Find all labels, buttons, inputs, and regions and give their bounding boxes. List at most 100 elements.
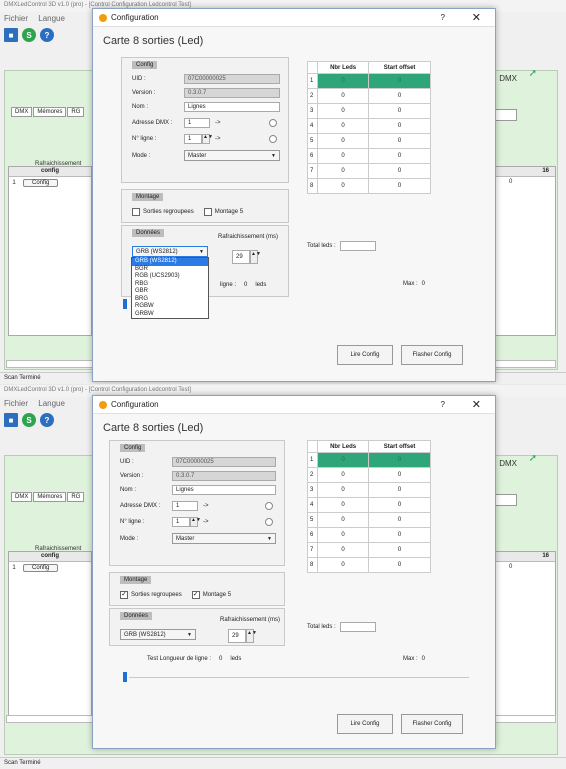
color-option-grb[interactable]: GRB (WS2812) [132,258,208,266]
dmx-address-radio[interactable] [264,502,273,510]
leds-cell[interactable]: 0 [316,482,370,498]
slider-track[interactable] [129,677,469,678]
color-order-combo[interactable]: GRB (WS2812) ▼ [120,629,196,640]
total-leds-field[interactable] [339,622,376,632]
table-row[interactable]: 800 [307,557,431,573]
sorties-checkbox[interactable] [132,208,140,216]
color-option-bgr[interactable]: BGR [132,266,208,274]
tab-rg[interactable]: RG [67,107,85,117]
table-row[interactable]: 800 [307,178,431,194]
leds-cell[interactable]: 0 [316,557,370,573]
offset-cell[interactable]: 0 [368,557,431,573]
table-row[interactable]: 200 [307,88,431,104]
total-leds-field[interactable] [339,241,376,251]
line-no-spinner[interactable]: ▲▼ [190,517,201,527]
leds-cell[interactable]: 0 [316,178,370,194]
leds-cell[interactable]: 0 [316,542,370,558]
offset-cell[interactable]: 0 [368,542,431,558]
refresh-spinner[interactable]: ▲▼ [246,629,257,643]
slider-handle[interactable] [123,299,127,309]
refresh-field[interactable]: 29 [228,629,246,643]
offset-cell[interactable]: 0 [368,118,431,134]
save-icon[interactable]: ■ [4,413,18,427]
offset-cell[interactable]: 0 [368,467,431,483]
offset-cell[interactable]: 0 [368,103,431,119]
refresh-spinner[interactable]: ▲▼ [250,250,261,264]
help-button[interactable]: ? [441,400,445,409]
color-order-combo[interactable]: GRB (WS2812) ▼ [132,246,208,257]
leds-cell[interactable]: 0 [316,88,370,104]
dmx-address-field[interactable]: 1 [184,118,210,128]
table-row[interactable]: 100 [307,452,431,468]
offset-cell[interactable]: 0 [368,88,431,104]
line-no-radio[interactable] [264,518,273,526]
name-field[interactable]: Lignes [184,102,280,112]
dmx-address-field[interactable]: 1 [172,501,198,511]
flash-config-button[interactable]: Flasher Config [401,714,463,734]
table-row[interactable]: 200 [307,467,431,483]
config-button[interactable]: Config [23,564,59,572]
tab-dmx[interactable]: DMX [11,492,33,502]
offset-cell[interactable]: 0 [368,452,431,468]
leds-cell[interactable]: 0 [316,73,370,89]
offset-cell[interactable]: 0 [368,148,431,164]
close-button[interactable]: ✕ [472,398,481,411]
table-row[interactable]: 700 [307,542,431,558]
offset-cell[interactable]: 0 [368,178,431,194]
menu-langue[interactable]: Langue [38,399,65,408]
leds-cell[interactable]: 0 [316,467,370,483]
montage5-checkbox[interactable] [203,208,212,216]
config-button[interactable]: Config [23,179,59,187]
sorties-checkbox[interactable]: ✓ [120,591,128,599]
leds-cell[interactable]: 0 [316,148,370,164]
offset-cell[interactable]: 0 [368,73,431,89]
tab-dmx[interactable]: DMX [11,107,33,117]
menu-fichier[interactable]: Fichier [4,14,28,23]
mode-combo[interactable]: Master ▼ [172,533,276,544]
offset-cell[interactable]: 0 [368,163,431,179]
leds-cell[interactable]: 0 [316,103,370,119]
tab-rg[interactable]: RG [67,492,85,502]
leds-cell[interactable]: 0 [316,512,370,528]
line-no-spinner[interactable]: ▲▼ [202,134,213,144]
offset-cell[interactable]: 0 [368,512,431,528]
menu-fichier[interactable]: Fichier [4,399,28,408]
leds-cell[interactable]: 0 [316,452,370,468]
scan-icon[interactable]: S [22,28,36,42]
table-row[interactable]: 500 [307,133,431,149]
leds-cell[interactable]: 0 [316,527,370,543]
offset-cell[interactable]: 0 [368,482,431,498]
table-row[interactable]: 600 [307,527,431,543]
offset-cell[interactable]: 0 [368,527,431,543]
mode-combo[interactable]: Master ▼ [184,150,280,161]
line-no-field[interactable]: 1 [172,517,190,527]
offset-cell[interactable]: 0 [368,133,431,149]
close-button[interactable]: ✕ [472,11,481,24]
read-config-button[interactable]: Lire Config [337,714,393,734]
refresh-field[interactable]: 29 [232,250,250,264]
color-option-brg[interactable]: BRG [132,296,208,304]
menu-langue[interactable]: Langue [38,14,65,23]
line-no-field[interactable]: 1 [184,134,202,144]
slider-handle[interactable] [123,672,127,682]
leds-cell[interactable]: 0 [316,163,370,179]
help-icon[interactable]: ? [40,413,54,427]
color-option-rgbw[interactable]: RGBW [132,303,208,311]
scan-icon[interactable]: S [22,413,36,427]
offset-cell[interactable]: 0 [368,497,431,513]
tab-memores[interactable]: Mémores [33,107,67,117]
line-no-radio[interactable] [268,135,277,143]
color-option-rbg[interactable]: RBG [132,281,208,289]
color-option-gbr[interactable]: GBR [132,288,208,296]
tab-memores[interactable]: Mémores [33,492,67,502]
save-icon[interactable]: ■ [4,28,18,42]
table-row[interactable]: 300 [307,482,431,498]
read-config-button[interactable]: Lire Config [337,345,393,365]
dmx-address-radio[interactable] [268,119,277,127]
help-button[interactable]: ? [441,13,445,22]
table-row[interactable]: 700 [307,163,431,179]
color-option-grbw[interactable]: GRBW [132,311,208,319]
leds-cell[interactable]: 0 [316,133,370,149]
leds-cell[interactable]: 0 [316,118,370,134]
montage5-checkbox[interactable]: ✓ [191,591,200,599]
